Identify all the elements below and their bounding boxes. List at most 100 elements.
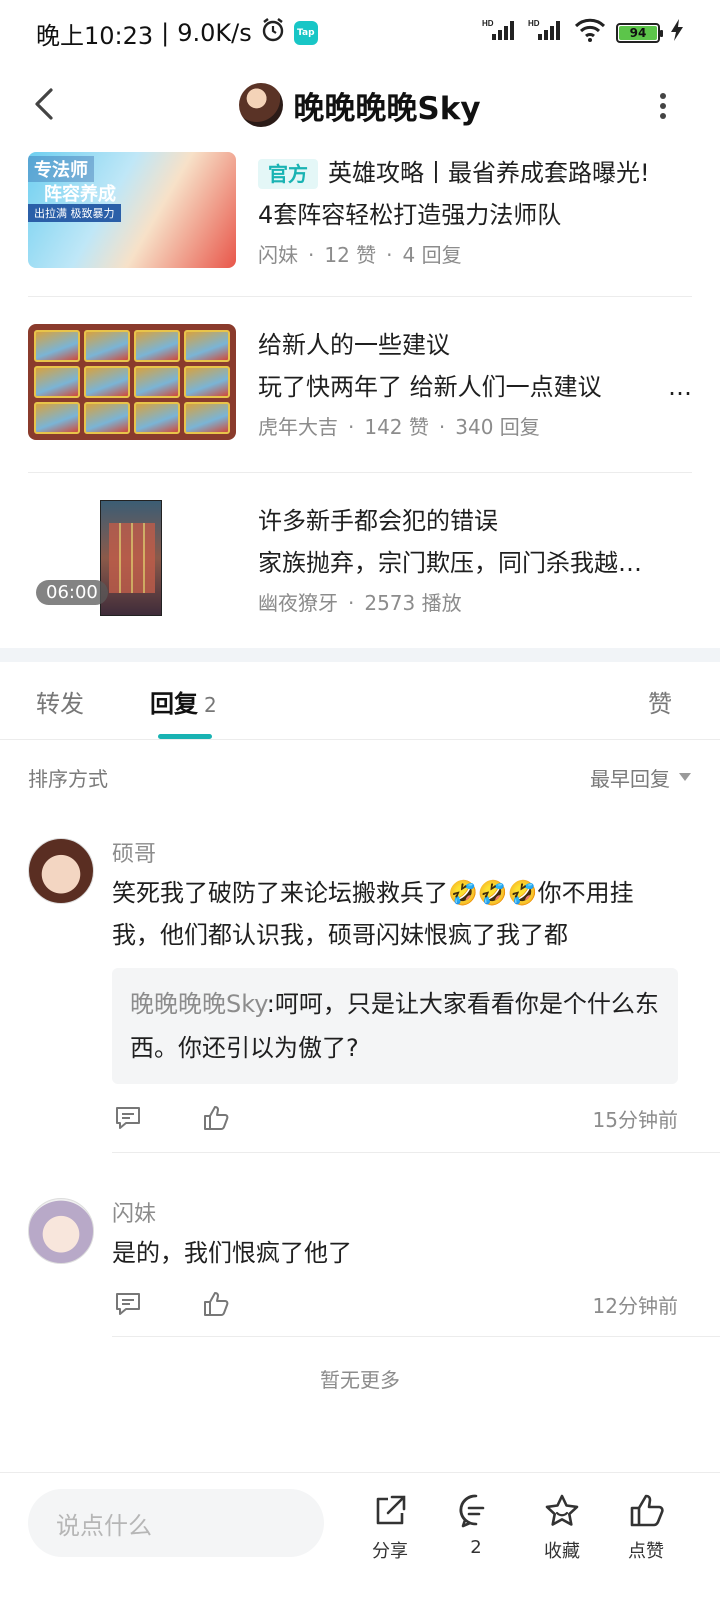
hero-card <box>34 330 80 362</box>
thumbs-up-icon <box>204 1106 229 1130</box>
sort-value: 最早回复 <box>590 766 670 791</box>
hero-card <box>184 330 230 362</box>
author-avatar[interactable] <box>239 83 284 127</box>
status-bar: 晚上10:23 | 9.0K/s Tap HD HD 94 <box>0 0 720 66</box>
official-tag: 官方 <box>258 159 318 189</box>
hero-card <box>34 366 80 398</box>
favorite-label: 收藏 <box>544 1541 580 1562</box>
post-likes: 142 赞 <box>364 415 429 439</box>
thumbs-up-icon <box>204 1292 229 1316</box>
battery-indicator: 94 <box>616 23 663 43</box>
post-author: 幽夜獠牙 <box>258 591 338 615</box>
comment-time: 12分钟前 <box>592 1293 678 1318</box>
comment-time: 15分钟前 <box>592 1107 678 1132</box>
tab-reply-count: 2 <box>204 693 217 717</box>
share-button[interactable]: 分享 <box>360 1491 420 1563</box>
commenter-name[interactable]: 闪妹 <box>112 1196 156 1228</box>
bottom-action-bar: 说点什么 分享 2 收藏 点赞 <box>0 1472 720 1600</box>
post-meta: 闪妹 · 12 赞 · 4 回复 <box>258 238 692 272</box>
nav-bar: 晚晚晚晚Sky <box>0 66 720 144</box>
status-separator: | <box>161 19 170 47</box>
tab-reply-label: 回复 <box>150 690 198 718</box>
post-body: 给新人的一些建议 玩了快两年了 给新人们一点建议 … 虎年大吉 · 142 赞 · 340… <box>258 324 692 454</box>
thumbs-up-icon <box>626 1491 666 1531</box>
hero-card <box>34 402 80 434</box>
meta-separator: · <box>348 591 355 615</box>
no-more-text: 暂无更多 <box>320 1368 400 1392</box>
post-subtitle-line: 玩了快两年了 给新人们一点建议… <box>258 366 692 408</box>
divider <box>28 296 692 297</box>
meta-separator: · <box>308 243 315 267</box>
section-separator <box>0 648 720 662</box>
comment-actions: 15分钟前 <box>112 1098 678 1138</box>
favorite-button[interactable]: 收藏 <box>532 1491 592 1563</box>
video-frame <box>100 500 162 616</box>
comment-text: 笑死我了破防了来论坛搬救兵了🤣🤣🤣你不用挂我，他们都认识我，硕哥闪妹恨疯了我了都 <box>112 879 634 949</box>
status-left: 晚上10:23 | 9.0K/s Tap <box>36 16 318 51</box>
like-label: 点赞 <box>628 1541 664 1562</box>
post-replies: 340 回复 <box>455 415 540 439</box>
thumbnail-caption: 专法师 <box>28 156 94 182</box>
commenter-avatar[interactable] <box>28 838 94 904</box>
hero-card <box>184 366 230 398</box>
share-label: 分享 <box>372 1541 408 1562</box>
svg-text:HD: HD <box>482 19 494 28</box>
hero-card <box>84 366 130 398</box>
commenter-avatar[interactable] <box>28 1198 94 1264</box>
like-button[interactable] <box>200 1288 232 1320</box>
share-icon <box>370 1491 410 1531</box>
hero-card <box>134 366 180 398</box>
sort-label: 排序方式 <box>28 766 108 791</box>
post-item[interactable]: 专法师 阵容养成 出拉满 极致暴力 官方 英雄攻略丨最省养成套路曝光! 4套阵容轻… <box>28 152 692 282</box>
reply-separator: : <box>266 990 275 1018</box>
comment-count-button[interactable]: 2 <box>446 1491 506 1558</box>
comment-actions: 12分钟前 <box>112 1284 678 1324</box>
reply-button[interactable] <box>112 1288 144 1320</box>
post-likes: 12 赞 <box>324 243 377 267</box>
reply-author[interactable]: 晚晚晚晚Sky <box>130 990 267 1018</box>
nav-title-group[interactable]: 晚晚晚晚Sky <box>239 83 481 128</box>
reply-button[interactable] <box>112 1102 144 1134</box>
post-plays: 2573 播放 <box>364 591 462 615</box>
back-button[interactable] <box>24 84 64 124</box>
divider <box>112 1336 720 1337</box>
video-thumbnail: 06:00 <box>28 500 236 616</box>
post-title: 英雄攻略丨最省养成套路曝光! <box>328 159 650 187</box>
hero-card <box>184 402 230 434</box>
sort-dropdown[interactable]: 最早回复 <box>590 763 692 792</box>
meta-separator: · <box>348 415 355 439</box>
meta-separator: · <box>438 415 446 439</box>
more-options-button[interactable] <box>648 86 678 126</box>
divider <box>28 472 692 473</box>
chat-bubble-icon <box>456 1491 496 1531</box>
status-right: HD HD 94 <box>482 18 684 48</box>
meta-separator: · <box>386 243 393 267</box>
sort-bar: 排序方式 最早回复 <box>0 752 720 802</box>
like-post-button[interactable]: 点赞 <box>616 1491 676 1563</box>
post-subtitle-ellipsis: … <box>668 373 692 401</box>
wifi-icon <box>574 18 606 48</box>
tab-reply[interactable]: 回复 2 <box>150 684 217 719</box>
post-title: 给新人的一些建议 <box>258 331 450 359</box>
post-title: 许多新手都会犯的错误 <box>258 507 498 535</box>
comment-input[interactable]: 说点什么 <box>28 1489 324 1557</box>
tab-like[interactable]: 赞 <box>648 684 672 719</box>
svg-text:HD: HD <box>528 19 540 28</box>
more-vertical-icon <box>660 93 666 119</box>
battery-level: 94 <box>619 26 657 40</box>
post-title-line: 官方 英雄攻略丨最省养成套路曝光! <box>258 152 692 194</box>
commenter-name[interactable]: 硕哥 <box>112 836 156 868</box>
like-button[interactable] <box>200 1102 232 1134</box>
post-item[interactable]: 给新人的一些建议 玩了快两年了 给新人们一点建议 … 虎年大吉 · 142 赞 · 340… <box>28 324 692 454</box>
post-author: 闪妹 <box>258 243 298 267</box>
post-meta: 幽夜獠牙 · 2573 播放 <box>258 586 692 620</box>
hero-card <box>134 402 180 434</box>
divider <box>112 1152 720 1153</box>
comment-icon <box>116 1293 140 1315</box>
comment-count-label: 2 <box>470 1537 482 1558</box>
post-author: 虎年大吉 <box>258 415 338 439</box>
chevron-left-icon <box>35 88 53 120</box>
post-item[interactable]: 06:00 许多新手都会犯的错误 家族抛弃，宗门欺压，同门杀我越… 幽夜獠牙 · 2… <box>28 500 692 630</box>
nested-reply[interactable]: 晚晚晚晚Sky:呵呵，只是让大家看看你是个什么东西。你还引以为傲了? <box>112 968 678 1084</box>
tab-forward[interactable]: 转发 <box>36 684 84 719</box>
